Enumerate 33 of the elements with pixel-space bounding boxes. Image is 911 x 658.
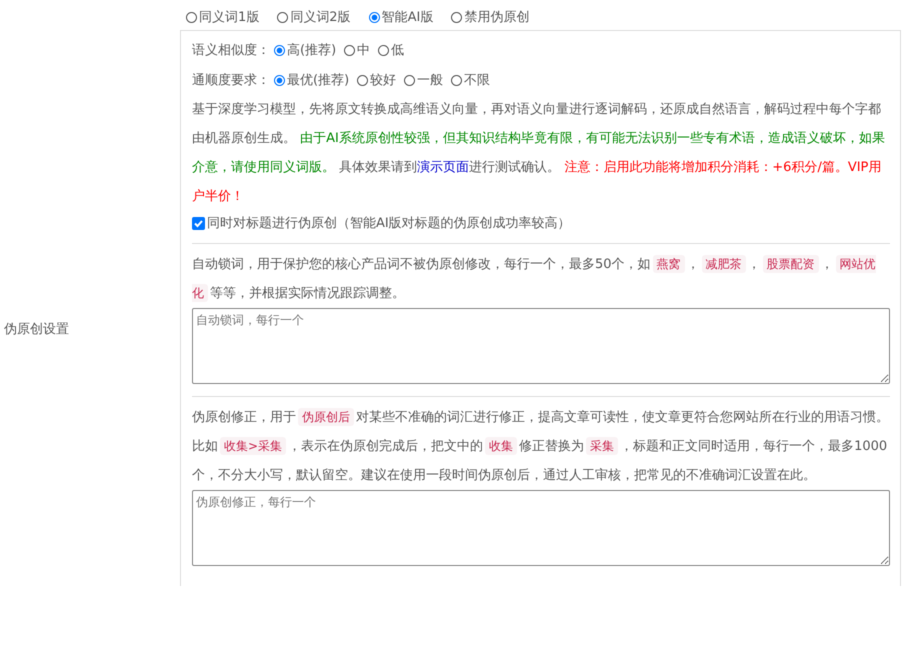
- radio-button[interactable]: [378, 44, 390, 56]
- radio-label[interactable]: 较好: [370, 71, 396, 89]
- radio-label[interactable]: 一般: [417, 71, 444, 89]
- radio-label[interactable]: 同义词1版: [199, 8, 260, 26]
- radio-label[interactable]: 最优(推荐): [287, 71, 350, 89]
- radio-button[interactable]: [186, 12, 197, 22]
- radio-button[interactable]: [357, 74, 368, 86]
- section-label: 伪原创设置: [3, 322, 69, 337]
- lock-words-input[interactable]: 自动锁词，每行一个: [192, 308, 890, 384]
- correction-description: 伪原创修正，用于 伪原创后 对某些不准确的词汇进行修正，提高文章可读性，使文章更符合您网站所在行业的用语习惯。比如 收集>采集 ，表示在伪原创完成后，把文中的 收集 修正替换为 采集 ，标题和正文同时适用，每行一个，最多1000个，不分大小写，默认留空。建议在使用一段时间伪原创后，通过人工审核，把常见的不准确词汇设置在此。: [192, 407, 890, 485]
- radio-button[interactable]: [451, 12, 462, 22]
- radio-button[interactable]: [277, 12, 288, 22]
- radio-button[interactable]: [368, 12, 380, 22]
- radio-button[interactable]: [344, 44, 356, 56]
- radio-label[interactable]: 不限: [464, 71, 490, 89]
- demo-page-link[interactable]: 演示页面: [417, 160, 470, 175]
- similarity-label: 语义相似度：: [192, 42, 270, 59]
- checkbox-label[interactable]: 同时对标题进行伪原创（智能AI版对标题的伪原创成功率较高）: [207, 214, 571, 232]
- radio-label[interactable]: 智能AI版: [382, 8, 434, 26]
- ai-description: 基于深度学习模型，先将原文转换成高维语义向量，再对语义向量进行逐词解码，还原成自然语言，解码过程中每个字都由机器原创生成。 由于AI系统原创性较强，但其知识结构毕竟有限，有可能无法识别一些专有术语，造成语义破坏，如果介意，请使用同义词版。 具体效果请到演示页面进行测试确认。 注意：启用此功能将增加积分消耗：+6积分/篇。VIP用户半价！: [192, 101, 886, 206]
- radio-button[interactable]: [404, 74, 416, 86]
- radio-label[interactable]: 同义词2版: [290, 8, 351, 26]
- radio-button[interactable]: [274, 44, 285, 56]
- lock-words-description: 自动锁词，用于保护您的核心产品词不被伪原创修改，每行一个，最多50个，如 燕窝 ， 减肥茶 ， 股票配资 ， 网站优化 等等，并根据实际情况跟踪调整。: [192, 254, 877, 304]
- radio-label[interactable]: 禁用伪原创: [464, 8, 530, 26]
- fluency-label: 通顺度要求：: [192, 72, 270, 89]
- radio-label[interactable]: 高(推荐): [287, 41, 336, 59]
- radio-button[interactable]: [274, 74, 285, 86]
- radio-label[interactable]: 中: [357, 41, 370, 59]
- radio-label[interactable]: 低: [391, 41, 404, 59]
- correction-input[interactable]: 伪原创修正，每行一个: [192, 490, 890, 566]
- checkbox[interactable]: [192, 216, 205, 230]
- radio-button[interactable]: [451, 74, 462, 86]
